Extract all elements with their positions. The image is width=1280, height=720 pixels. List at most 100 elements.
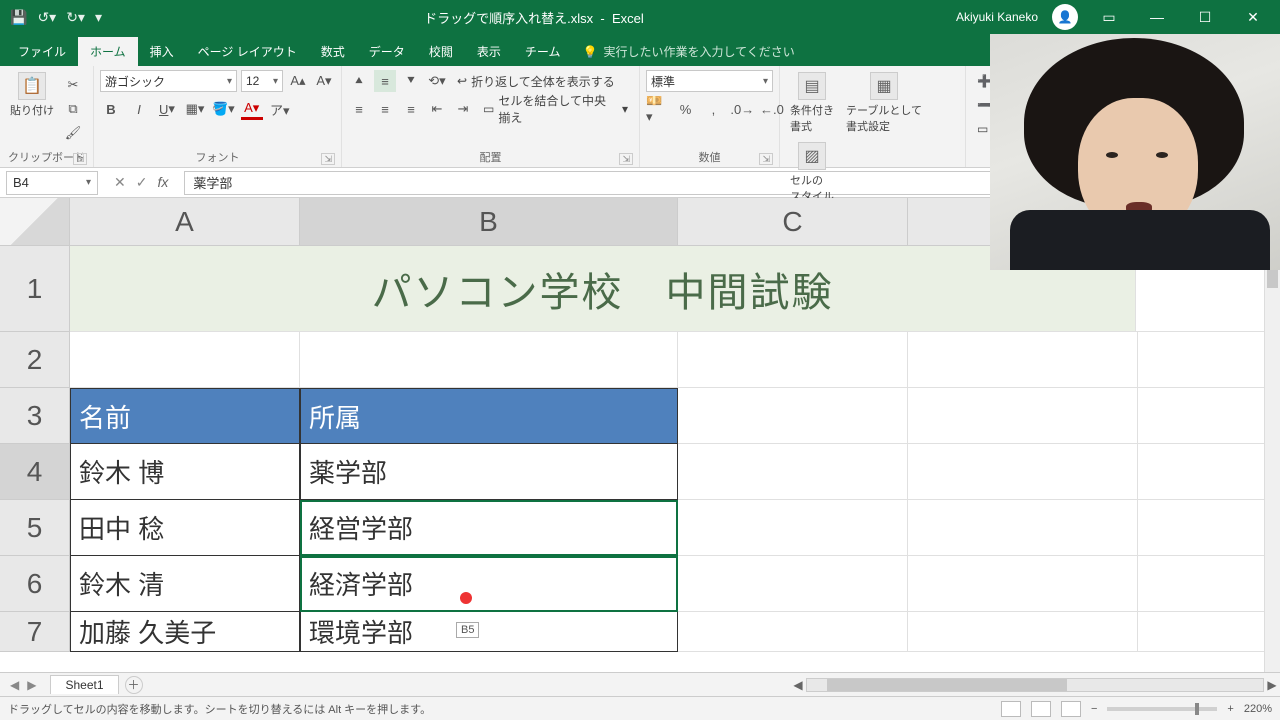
cell[interactable] bbox=[908, 556, 1138, 612]
row-header-7[interactable]: 7 bbox=[0, 612, 70, 652]
col-header-c[interactable]: C bbox=[678, 198, 908, 246]
increase-font-icon[interactable]: A▴ bbox=[287, 70, 309, 92]
underline-button[interactable]: U▾ bbox=[156, 98, 178, 120]
border-button[interactable]: ▦▾ bbox=[184, 98, 206, 120]
align-middle-icon[interactable]: ≡ bbox=[374, 70, 396, 92]
cell-a7[interactable]: 加藤 久美子 bbox=[70, 612, 300, 652]
cell[interactable] bbox=[908, 500, 1138, 556]
cell-a4[interactable]: 鈴木 博 bbox=[70, 444, 300, 500]
table-header-dept[interactable]: 所属 bbox=[300, 388, 678, 444]
row-header-2[interactable]: 2 bbox=[0, 332, 70, 388]
select-all-corner[interactable] bbox=[0, 198, 70, 246]
paste-button[interactable]: 📋 貼り付け bbox=[6, 70, 58, 120]
add-sheet-icon[interactable]: ＋ bbox=[125, 676, 143, 694]
cell-a6[interactable]: 鈴木 清 bbox=[70, 556, 300, 612]
font-name-combo[interactable]: 游ゴシック▾ bbox=[100, 70, 237, 92]
horizontal-scrollbar[interactable]: ◀ ▶ bbox=[790, 677, 1280, 693]
col-header-a[interactable]: A bbox=[70, 198, 300, 246]
tab-formulas[interactable]: 数式 bbox=[309, 37, 357, 66]
font-color-button[interactable]: A▾ bbox=[241, 98, 263, 120]
table-header-name[interactable]: 名前 bbox=[70, 388, 300, 444]
fill-color-button[interactable]: 🪣▾ bbox=[212, 98, 235, 120]
tab-view[interactable]: 表示 bbox=[465, 37, 513, 66]
cell-a5[interactable]: 田中 稔 bbox=[70, 500, 300, 556]
tab-file[interactable]: ファイル bbox=[6, 37, 78, 66]
align-right-icon[interactable]: ≡ bbox=[400, 98, 422, 120]
cell-b4[interactable]: 薬学部 bbox=[300, 444, 678, 500]
zoom-in-icon[interactable]: + bbox=[1227, 703, 1233, 715]
cell[interactable] bbox=[908, 332, 1138, 388]
tab-insert[interactable]: 挿入 bbox=[138, 37, 186, 66]
name-box[interactable]: B4▾ bbox=[6, 171, 98, 195]
undo-icon[interactable]: ↺▾ bbox=[37, 9, 56, 26]
cell[interactable] bbox=[1138, 332, 1280, 388]
cell-b7[interactable]: 環境学部 bbox=[300, 612, 678, 652]
sheet-nav-next-icon[interactable]: ▶ bbox=[27, 678, 36, 692]
cancel-formula-icon[interactable]: ✕ bbox=[114, 174, 126, 191]
cell[interactable] bbox=[1138, 612, 1280, 652]
format-as-table-button[interactable]: ▦テーブルとして 書式設定 bbox=[842, 70, 926, 136]
scroll-left-icon[interactable]: ◀ bbox=[790, 678, 806, 692]
row-header-3[interactable]: 3 bbox=[0, 388, 70, 444]
increase-indent-icon[interactable]: ⇥ bbox=[452, 98, 474, 120]
zoom-out-icon[interactable]: − bbox=[1091, 703, 1097, 715]
cell[interactable] bbox=[908, 444, 1138, 500]
orientation-icon[interactable]: ⟲▾ bbox=[426, 70, 448, 92]
page-break-view-icon[interactable] bbox=[1061, 701, 1081, 717]
row-header-5[interactable]: 5 bbox=[0, 500, 70, 556]
enter-formula-icon[interactable]: ✓ bbox=[136, 174, 148, 191]
cell[interactable] bbox=[678, 612, 908, 652]
cell[interactable] bbox=[908, 388, 1138, 444]
dialog-launcher-icon[interactable]: ⇲ bbox=[321, 153, 335, 165]
zoom-level[interactable]: 220% bbox=[1244, 703, 1272, 715]
cell[interactable] bbox=[300, 332, 678, 388]
zoom-slider[interactable] bbox=[1107, 707, 1217, 711]
increase-decimal-icon[interactable]: .0→ bbox=[730, 98, 754, 120]
align-center-icon[interactable]: ≡ bbox=[374, 98, 396, 120]
bold-button[interactable]: B bbox=[100, 98, 122, 120]
cell-styles-button[interactable]: ▨セルの スタイル bbox=[786, 140, 838, 206]
minimize-icon[interactable]: — bbox=[1140, 9, 1174, 25]
qat-customize-icon[interactable]: ▾ bbox=[95, 9, 102, 26]
redo-icon[interactable]: ↻▾ bbox=[66, 9, 85, 26]
phonetic-button[interactable]: ア▾ bbox=[269, 98, 291, 120]
cell[interactable] bbox=[678, 444, 908, 500]
wrap-text-button[interactable]: ↩折り返して全体を表示する bbox=[452, 70, 620, 92]
maximize-icon[interactable]: ☐ bbox=[1188, 9, 1222, 26]
dialog-launcher-icon[interactable]: ⇲ bbox=[759, 153, 773, 165]
cell[interactable] bbox=[678, 332, 908, 388]
decrease-indent-icon[interactable]: ⇤ bbox=[426, 98, 448, 120]
sheet-tab-sheet1[interactable]: Sheet1 bbox=[50, 675, 118, 694]
normal-view-icon[interactable] bbox=[1001, 701, 1021, 717]
cell[interactable] bbox=[1138, 444, 1280, 500]
tell-me-box[interactable]: 💡 実行したい作業を入力してください bbox=[572, 37, 804, 66]
font-size-combo[interactable]: 12▾ bbox=[241, 70, 283, 92]
cell-title[interactable]: パソコン学校 中間試験 bbox=[70, 246, 1136, 332]
cell[interactable] bbox=[678, 500, 908, 556]
copy-icon[interactable]: ⧉ bbox=[62, 98, 84, 120]
cell-b6[interactable]: 経済学部 bbox=[300, 556, 678, 612]
col-header-b[interactable]: B bbox=[300, 198, 678, 246]
sheet-nav-prev-icon[interactable]: ◀ bbox=[10, 678, 19, 692]
comma-format-icon[interactable]: , bbox=[702, 98, 724, 120]
cell[interactable] bbox=[908, 612, 1138, 652]
row-header-4[interactable]: 4 bbox=[0, 444, 70, 500]
page-layout-view-icon[interactable] bbox=[1031, 701, 1051, 717]
align-top-icon[interactable]: ⯅ bbox=[348, 70, 370, 92]
tab-data[interactable]: データ bbox=[357, 37, 417, 66]
percent-format-icon[interactable]: % bbox=[674, 98, 696, 120]
align-left-icon[interactable]: ≡ bbox=[348, 98, 370, 120]
align-bottom-icon[interactable]: ⯆ bbox=[400, 70, 422, 92]
cell[interactable] bbox=[678, 556, 908, 612]
number-format-combo[interactable]: 標準▾ bbox=[646, 70, 773, 92]
save-icon[interactable]: 💾 bbox=[10, 9, 27, 26]
tab-team[interactable]: チーム bbox=[513, 37, 573, 66]
scroll-right-icon[interactable]: ▶ bbox=[1264, 678, 1280, 692]
cell[interactable] bbox=[70, 332, 300, 388]
scroll-thumb[interactable] bbox=[827, 679, 1067, 691]
cell[interactable] bbox=[678, 388, 908, 444]
row-header-1[interactable]: 1 bbox=[0, 246, 70, 332]
cell-b5[interactable]: 経営学部 bbox=[300, 500, 678, 556]
fx-icon[interactable]: fx bbox=[157, 174, 168, 191]
ribbon-display-icon[interactable]: ▭ bbox=[1092, 9, 1126, 26]
